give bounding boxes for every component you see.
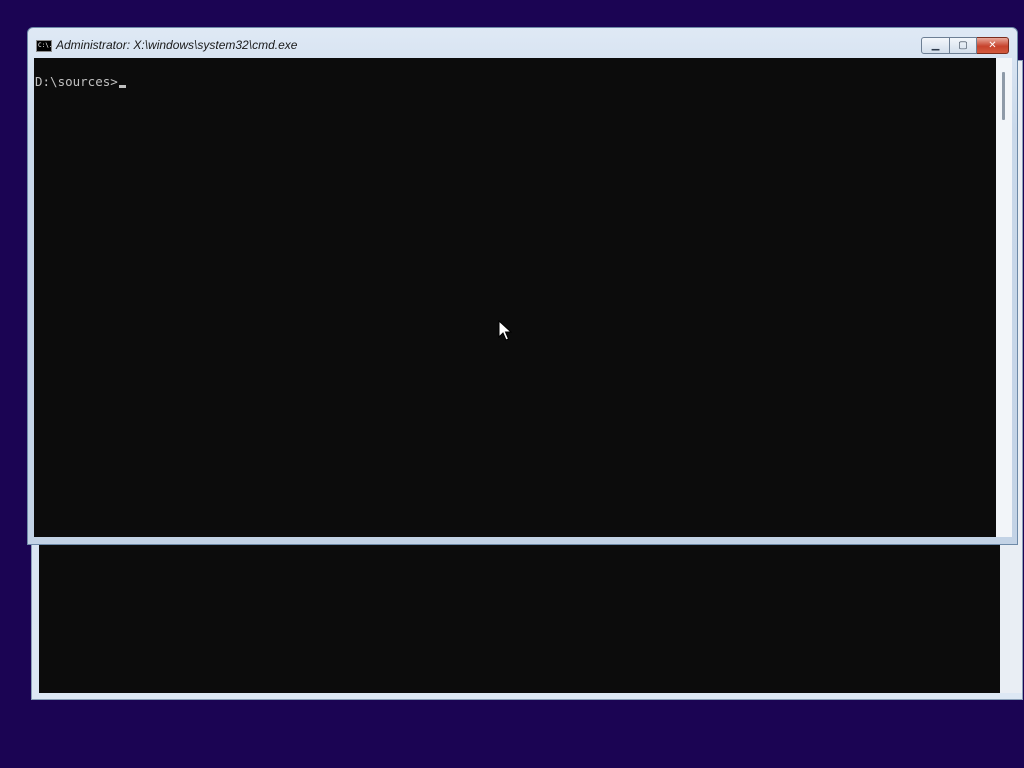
window-title: Administrator: X:\windows\system32\cmd.e… xyxy=(56,38,298,52)
console-area[interactable]: D:\sources> xyxy=(34,58,996,537)
prompt-text: D:\sources> xyxy=(35,74,118,89)
cmd-window[interactable]: C:\. Administrator: X:\windows\system32\… xyxy=(27,27,1018,545)
vertical-scrollbar[interactable] xyxy=(996,58,1012,537)
title-bar[interactable]: C:\. Administrator: X:\windows\system32\… xyxy=(28,28,1017,58)
window-controls: ▁ ▢ ✕ xyxy=(921,37,1009,54)
desktop: C:\. Administrator: X:\windows\system32\… xyxy=(0,0,1024,768)
mouse-pointer-icon xyxy=(498,320,512,341)
close-button[interactable]: ✕ xyxy=(977,37,1009,54)
scrollbar-thumb[interactable] xyxy=(1002,72,1005,120)
cmd-icon[interactable]: C:\. xyxy=(36,40,52,52)
maximize-button[interactable]: ▢ xyxy=(950,37,977,54)
console-prompt-line: D:\sources> xyxy=(35,74,126,89)
text-cursor xyxy=(118,85,126,88)
minimize-button[interactable]: ▁ xyxy=(921,37,950,54)
